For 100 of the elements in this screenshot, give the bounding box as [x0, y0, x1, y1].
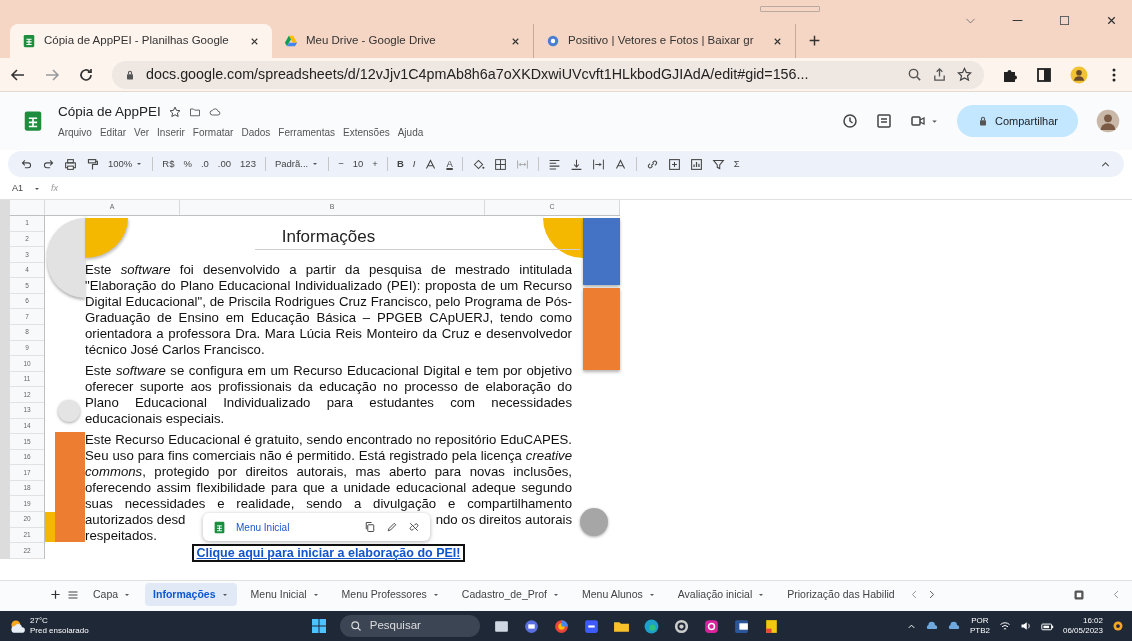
- tab-title[interactable]: Meu Drive - Google Drive: [306, 32, 502, 50]
- star-icon[interactable]: [957, 67, 972, 82]
- zoom-select[interactable]: 100%: [108, 156, 144, 172]
- sheet-tab[interactable]: Cadastro_de_Prof: [453, 582, 569, 607]
- forward-icon[interactable]: [44, 66, 60, 83]
- fill-color-icon[interactable]: [471, 157, 485, 171]
- menu-item[interactable]: Formatar: [192, 125, 234, 141]
- cloud-icon[interactable]: [208, 106, 221, 118]
- menu-item[interactable]: Editar: [99, 125, 127, 141]
- link-icon[interactable]: [645, 157, 659, 171]
- increase-decimal-button[interactable]: .00: [217, 156, 232, 172]
- decrease-decimal-button[interactable]: .0: [200, 156, 209, 172]
- address-bar[interactable]: docs.google.com/spreadsheets/d/12vJjv1C4pmAb8h6a7oXKDxwiUVcvft1HLkbodGJIAdA/edit#gid=156...: [112, 60, 984, 89]
- menu-item[interactable]: Arquivo: [58, 125, 92, 141]
- language-label[interactable]: POR: [969, 616, 990, 626]
- star-icon[interactable]: [168, 106, 181, 118]
- gear-icon[interactable]: [672, 617, 690, 635]
- search-field[interactable]: Pesquisar: [339, 615, 480, 637]
- weather-text[interactable]: Pred ensolarado: [30, 626, 89, 636]
- decrease-size-button[interactable]: −: [338, 156, 344, 172]
- print-icon[interactable]: [64, 157, 77, 171]
- chart-icon[interactable]: [689, 157, 703, 171]
- camera-icon[interactable]: [910, 113, 927, 129]
- copy-icon[interactable]: [364, 521, 376, 533]
- link[interactable]: Clique aqui para iniciar a elaboração do PEI!: [191, 544, 466, 562]
- app-icon[interactable]: [642, 617, 660, 635]
- sheet-tab[interactable]: Priorização das Habilid: [779, 582, 903, 607]
- share-button[interactable]: Compartilhar: [957, 105, 1078, 137]
- history-icon[interactable]: [842, 113, 859, 129]
- sheet-tab[interactable]: Menu Professores: [333, 582, 448, 607]
- menu-item[interactable]: Ajuda: [397, 125, 424, 141]
- caret-icon: [135, 160, 144, 168]
- number-format-button[interactable]: 123: [240, 156, 256, 172]
- weather-icon[interactable]: [8, 617, 26, 635]
- undo-icon[interactable]: [20, 157, 33, 171]
- app-icon[interactable]: [582, 617, 600, 635]
- maximize-icon[interactable]: [1058, 14, 1071, 27]
- sheet-tab[interactable]: Menu Inicial: [242, 582, 328, 607]
- app-icon[interactable]: [552, 617, 570, 635]
- back-icon[interactable]: [10, 66, 26, 83]
- explore-icon[interactable]: [1073, 588, 1085, 601]
- share-icon[interactable]: [932, 67, 947, 82]
- wifi-icon[interactable]: [998, 620, 1011, 632]
- tab-title[interactable]: Cópia de AppPEI - Planilhas Google: [44, 32, 241, 50]
- browser-tab[interactable]: Cópia de AppPEI - Planilhas Google: [10, 24, 272, 58]
- percent-button[interactable]: %: [183, 156, 192, 172]
- new-tab-icon[interactable]: [808, 34, 821, 47]
- italic-button[interactable]: I: [412, 156, 416, 172]
- filter-icon[interactable]: [711, 157, 725, 171]
- borders-icon[interactable]: [493, 157, 507, 171]
- side-panel-icon[interactable]: [1036, 66, 1052, 83]
- functions-button[interactable]: Σ: [733, 156, 740, 172]
- sheet-tab[interactable]: Informações: [145, 582, 237, 607]
- comment-icon[interactable]: [876, 113, 893, 129]
- edit-icon[interactable]: [386, 521, 398, 533]
- camera-icon[interactable]: [522, 617, 540, 635]
- close-icon[interactable]: [1105, 14, 1118, 27]
- avatar-icon[interactable]: [1096, 109, 1120, 133]
- menu-item[interactable]: Dados: [241, 125, 271, 141]
- wrap-icon[interactable]: [591, 157, 605, 171]
- bold-button[interactable]: B: [396, 156, 404, 172]
- rotate-icon[interactable]: [613, 157, 627, 171]
- camera-icon[interactable]: [702, 617, 720, 635]
- currency-button[interactable]: R$: [162, 156, 175, 172]
- tab-title[interactable]: Positivo | Vetores e Fotos | Baixar gr: [568, 32, 764, 50]
- add-sheet-icon[interactable]: [50, 589, 61, 600]
- sheet-tab[interactable]: Avaliação inicial: [669, 582, 774, 607]
- align-icon[interactable]: [547, 157, 561, 171]
- add-comment-icon[interactable]: [667, 157, 681, 171]
- spreadsheet-icon[interactable]: [22, 108, 44, 134]
- unlink-icon[interactable]: [408, 521, 420, 533]
- menu-item[interactable]: Ferramentas: [278, 125, 335, 141]
- clock-time[interactable]: 16:02: [1062, 616, 1103, 626]
- document-title[interactable]: Cópia de AppPEI: [58, 101, 161, 123]
- menu-item[interactable]: Inserir: [157, 125, 185, 141]
- vertical-align-icon[interactable]: [569, 157, 583, 171]
- avatar-icon[interactable]: [1070, 65, 1088, 84]
- redo-icon[interactable]: [42, 157, 55, 171]
- reload-icon[interactable]: [78, 66, 94, 83]
- notification-icon[interactable]: [1112, 620, 1124, 632]
- font-size-field[interactable]: 10: [352, 156, 364, 172]
- menu-item[interactable]: Extensões: [343, 125, 390, 141]
- paint-format-icon[interactable]: [86, 157, 99, 171]
- folder-icon[interactable]: [188, 106, 201, 118]
- text-color-button[interactable]: A: [446, 156, 453, 172]
- cell-reference[interactable]: A1: [12, 181, 23, 196]
- clock-date[interactable]: 06/05/2023: [1062, 626, 1103, 636]
- link-title[interactable]: Menu Inicial: [236, 519, 354, 535]
- document-icon[interactable]: [732, 617, 750, 635]
- font-select[interactable]: Padrã...: [274, 156, 320, 172]
- menu-item[interactable]: Ver: [134, 125, 150, 141]
- windows-icon[interactable]: [310, 618, 327, 634]
- zoom-icon[interactable]: [907, 67, 922, 82]
- sheet-tab[interactable]: Capa: [85, 582, 140, 607]
- drag-handle[interactable]: [760, 6, 820, 12]
- keyboard-layout[interactable]: PTB2: [969, 626, 990, 636]
- increase-size-button[interactable]: +: [372, 156, 378, 172]
- temperature[interactable]: 27°C: [30, 616, 89, 626]
- sheet-tab[interactable]: Menu Alunos: [574, 582, 664, 607]
- speaker-icon[interactable]: [1019, 620, 1032, 632]
